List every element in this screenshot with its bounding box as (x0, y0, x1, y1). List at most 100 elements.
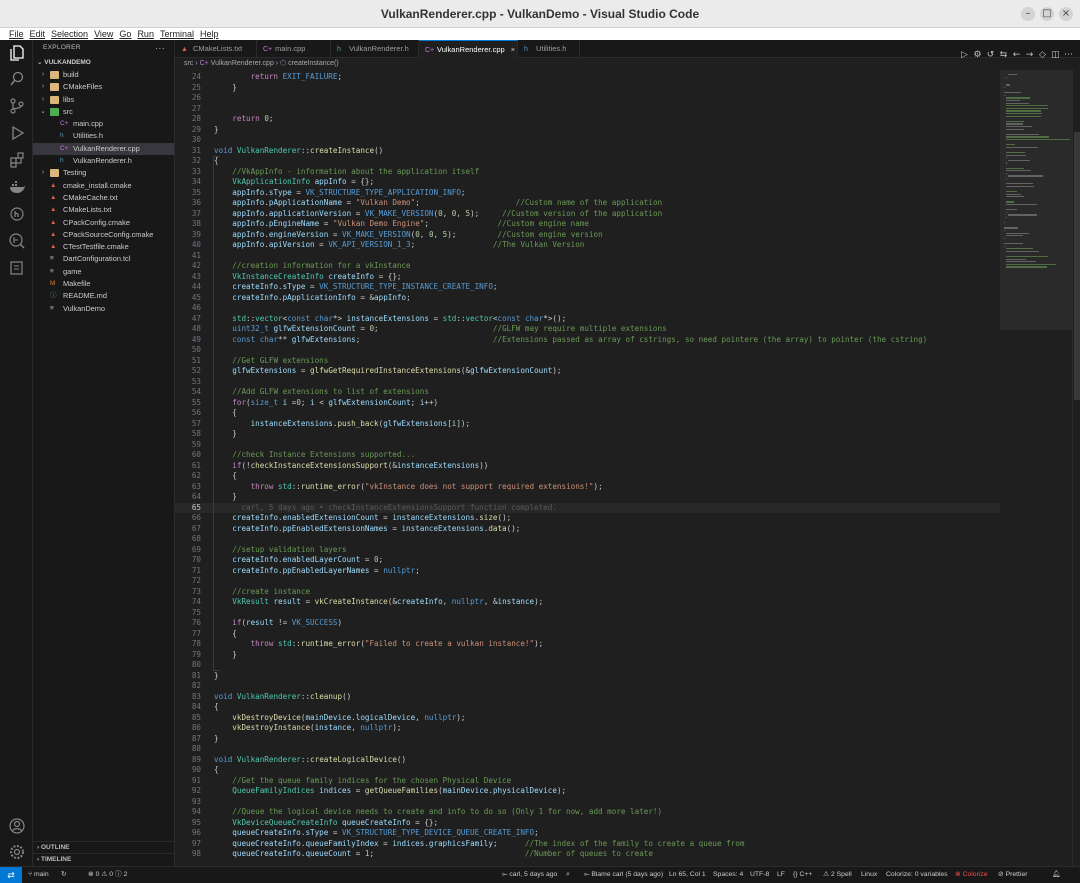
notifications-icon[interactable]: 🔔︎ (1052, 867, 1061, 883)
menu-view[interactable]: View (94, 28, 113, 40)
code-line[interactable]: 46 (175, 303, 1000, 314)
file-item[interactable]: C+ main.cpp (33, 118, 174, 130)
close-button[interactable]: × (1059, 7, 1073, 21)
file-item[interactable]: ▲ CPackConfig.cmake (33, 217, 174, 229)
code-line[interactable]: 71 createInfo.ppEnabledLayerNames = null… (175, 566, 1000, 577)
split-editor-icon[interactable]: ◫ (1050, 50, 1061, 60)
tab-cmakelists[interactable]: ▲ CMakeLists.txt (175, 40, 257, 58)
code-line[interactable]: 29} (175, 125, 1000, 136)
end-of-line[interactable]: LF (777, 867, 785, 883)
language-mode[interactable]: {} C++ (793, 867, 812, 883)
tab-vulkanrenderer-h[interactable]: h VulkanRenderer.h (331, 40, 419, 58)
code-line[interactable]: 45 createInfo.pApplicationInfo = &appInf… (175, 293, 1000, 304)
outline-section[interactable]: › OUTLINE (33, 841, 175, 853)
menu-edit[interactable]: Edit (30, 28, 46, 40)
code-line[interactable]: 82 (175, 681, 1000, 692)
code-line[interactable]: 92 QueueFamilyIndices indices = getQueue… (175, 786, 1000, 797)
code-line[interactable]: 44 createInfo.sType = VK_STRUCTURE_TYPE_… (175, 282, 1000, 293)
code-line[interactable]: 63 throw std::runtime_error("vkInstance … (175, 482, 1000, 493)
folder-item[interactable]: ⌄ src (33, 106, 174, 118)
code-line[interactable]: 32{ (175, 156, 1000, 167)
code-line[interactable]: 67 createInfo.ppEnabledExtensionNames = … (175, 524, 1000, 535)
code-line[interactable]: 80 (175, 660, 1000, 671)
code-line[interactable]: 98 queueCreateInfo.queueCount = 1; //Num… (175, 849, 1000, 860)
git-graph-icon[interactable] (8, 205, 26, 223)
code-line[interactable]: 78 throw std::runtime_error("Failed to c… (175, 639, 1000, 650)
code-line[interactable]: 75 (175, 608, 1000, 619)
code-line[interactable]: 50 (175, 345, 1000, 356)
indentation[interactable]: Spaces: 4 (713, 867, 743, 883)
file-item[interactable]: ▲ CTestTestfile.cmake (33, 241, 174, 253)
code-line[interactable]: 88 (175, 744, 1000, 755)
code-line[interactable]: 69 //setup validation layers (175, 545, 1000, 556)
code-line[interactable]: 33 //VkAppInfo - information about the a… (175, 167, 1000, 178)
folder-item[interactable]: › build (33, 69, 174, 81)
file-item[interactable]: h Utilities.h (33, 130, 174, 142)
blame-indicator[interactable]: ⟜ Blame carl (5 days ago) (584, 867, 663, 883)
file-item[interactable]: ≡ VulkanDemo (33, 303, 174, 315)
code-line[interactable]: 41 (175, 251, 1000, 262)
sync-icon[interactable]: ↻ (61, 867, 67, 883)
code-line[interactable]: 83 void VulkanRenderer::cleanup() (175, 692, 1000, 703)
file-item[interactable]: ▲ cmake_install.cmake (33, 180, 174, 192)
code-line[interactable]: 31 void VulkanRenderer::createInstance() (175, 146, 1000, 157)
code-line[interactable]: 60 //check Instance Extensions supported… (175, 450, 1000, 461)
scrollbar-thumb[interactable] (1074, 132, 1080, 400)
branch-indicator[interactable]: ⑂ main (28, 867, 49, 883)
code-line[interactable]: 59 (175, 440, 1000, 451)
prettier-status[interactable]: ⊘ Prettier (998, 867, 1028, 883)
code-line[interactable]: 68 (175, 534, 1000, 545)
account-icon[interactable] (8, 817, 26, 835)
code-line[interactable]: 51 //Get GLFW extensions (175, 356, 1000, 367)
menu-file[interactable]: File (9, 28, 24, 40)
minimap-viewport[interactable] (1000, 70, 1072, 330)
code-line[interactable]: 85 vkDestroyDevice(mainDevice.logicalDev… (175, 713, 1000, 724)
code-line[interactable]: 52 glfwExtensions = glfwGetRequiredInsta… (175, 366, 1000, 377)
code-line[interactable]: 56 { (175, 408, 1000, 419)
gitlens-icon[interactable] (8, 232, 26, 250)
code-line[interactable]: 65 carl, 5 days ago • checkInstanceExten… (175, 502, 1000, 513)
remote-indicator[interactable]: ⇄ (0, 867, 22, 883)
folder-item[interactable]: › CMakeFiles (33, 81, 174, 93)
next-change-icon[interactable]: → (1024, 50, 1035, 60)
explorer-icon[interactable] (8, 44, 26, 62)
code-line[interactable]: 86 vkDestroyInstance(instance, nullptr); (175, 723, 1000, 734)
file-item[interactable]: ≡ game (33, 266, 174, 278)
breadcrumb-folder[interactable]: src (184, 60, 193, 67)
menu-selection[interactable]: Selection (51, 28, 88, 40)
blame-author[interactable]: ⟜ carl, 5 days ago (502, 867, 557, 883)
more-actions-icon[interactable]: ⋯ (1063, 50, 1074, 60)
file-item[interactable]: ▲ CMakeCache.txt (33, 192, 174, 204)
code-line[interactable]: 39 appInfo.engineVersion = VK_MAKE_VERSI… (175, 230, 1000, 241)
menu-run[interactable]: Run (137, 28, 154, 40)
code-line[interactable]: 76 if(result != VK_SUCCESS) (175, 618, 1000, 629)
code-line[interactable]: 27 (175, 104, 1000, 115)
code-line[interactable]: 70 createInfo.enabledLayerCount = 0; (175, 555, 1000, 566)
breadcrumb-file[interactable]: VulkanRenderer.cpp (211, 60, 274, 67)
tab-utilities-h[interactable]: h Utilities.h (518, 40, 580, 58)
search-icon[interactable]: ⌕ (566, 867, 570, 883)
code-line[interactable]: 79 } (175, 650, 1000, 661)
code-line[interactable]: 38 appInfo.pEngineName = "Vulkan Demo En… (175, 219, 1000, 230)
extensions-icon[interactable] (8, 151, 26, 169)
code-editor[interactable]: 24 return EXIT_FAILURE; 25 } 26 27 28 return… (175, 70, 1000, 866)
code-line[interactable]: 53 (175, 377, 1000, 388)
code-line[interactable]: 25 } (175, 83, 1000, 94)
more-actions-icon[interactable]: ··· (155, 40, 165, 56)
testing-icon[interactable] (8, 259, 26, 277)
code-line[interactable]: 43 VkInstanceCreateInfo createInfo = {}; (175, 272, 1000, 283)
code-line[interactable]: 84 { (175, 702, 1000, 713)
cursor-position[interactable]: Ln 65, Col 1 (669, 867, 706, 883)
folder-item[interactable]: › Testing (33, 167, 174, 179)
code-line[interactable]: 73 //create instance (175, 587, 1000, 598)
code-line[interactable]: 47 std::vector<const char*> instanceExte… (175, 314, 1000, 325)
workspace-root[interactable]: ⌄ VULKANDEMO (33, 56, 174, 69)
code-line[interactable]: 91 //Get the queue family indices for th… (175, 776, 1000, 787)
code-line[interactable]: 62 { (175, 471, 1000, 482)
git-compare-icon[interactable]: ⇆ (998, 50, 1009, 60)
code-line[interactable]: 34 VkApplicationInfo appInfo = {}; (175, 177, 1000, 188)
code-line[interactable]: 49 const char** glfwExtensions; //Extens… (175, 335, 1000, 346)
file-item[interactable]: ▲ CMakeLists.txt (33, 204, 174, 216)
encoding[interactable]: UTF-8 (750, 867, 769, 883)
code-line[interactable]: 48 uint32_t glfwExtensionCount = 0; //GL… (175, 324, 1000, 335)
